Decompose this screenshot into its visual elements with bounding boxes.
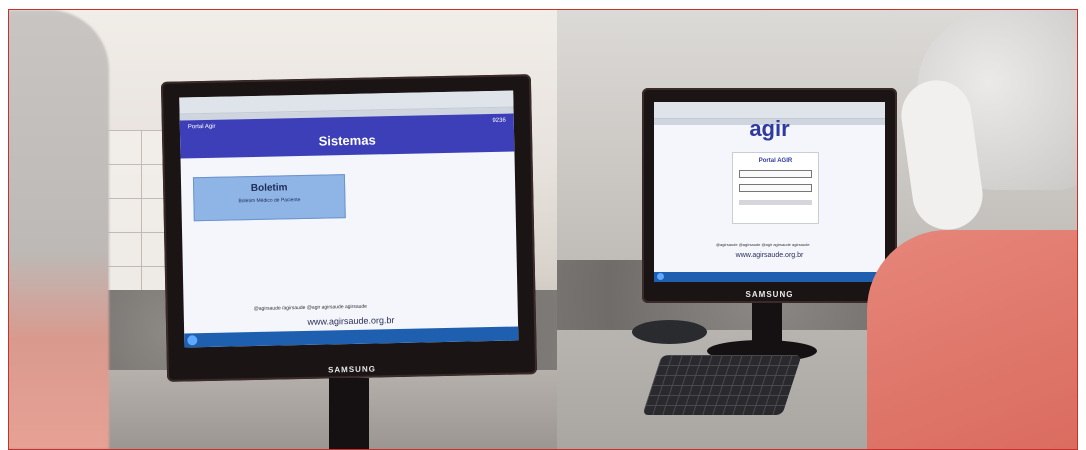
scrubs [867,230,1077,449]
taskbar [184,326,519,348]
card-subtitle: Boletim Médico de Paciente [238,197,301,205]
page-title: Sistemas [318,132,376,149]
social-links: @agirsaude @agirsaude @agir agirsaude ag… [716,242,810,247]
photo-frame: Portal Agir 9236 Sistemas Boletim Boleti… [8,9,1078,450]
header-bar: Portal Agir 9236 Sistemas [179,113,515,159]
user-code: 9236 [492,117,506,124]
agir-logo: agir [749,116,790,141]
monitor-stand [752,303,782,343]
start-icon[interactable] [657,273,664,280]
login-button[interactable] [739,200,812,205]
person-left [9,10,109,449]
website-url: www.agirsaude.org.br [735,252,804,259]
screen-left: Portal Agir 9236 Sistemas Boletim Boleti… [179,90,519,348]
start-icon[interactable] [187,335,198,346]
taskbar [654,272,885,282]
mouse-pad [632,320,707,344]
card-title: Boletim [250,182,288,195]
password-input[interactable] [739,184,812,192]
person-right [857,10,1077,449]
monitor-left: Portal Agir 9236 Sistemas Boletim Boleti… [160,74,538,382]
left-photo: Portal Agir 9236 Sistemas Boletim Boleti… [9,10,557,449]
right-photo: agir Portal AGIR @agirsaude @agirsaude @… [557,10,1077,449]
screen-right: agir Portal AGIR @agirsaude @agirsaude @… [654,102,885,282]
keyboard [642,355,802,415]
login-title: Portal AGIR [758,158,793,164]
social-links: @agirsaude /agirsaude @agir agirsaude ag… [253,303,367,313]
monitor-stand [329,378,369,449]
portal-label[interactable]: Portal Agir [188,124,216,131]
login-box: Portal AGIR [732,152,819,224]
monitor-brand: SAMSUNG [327,364,376,375]
boletim-card[interactable]: Boletim Boletim Médico de Paciente [192,174,346,222]
username-input[interactable] [739,170,812,178]
